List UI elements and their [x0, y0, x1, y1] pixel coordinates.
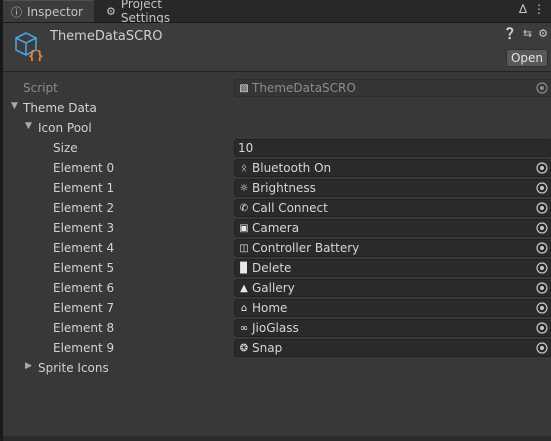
size-row: Size 10 [3, 138, 551, 158]
script-label: Script [23, 81, 58, 95]
element-label: Element 8 [53, 321, 115, 335]
element-label: Element 4 [53, 241, 115, 255]
help-icon[interactable]: ❔ [503, 27, 517, 40]
object-field[interactable]: ᛟ Bluetooth On [234, 159, 551, 177]
object-field[interactable]: ❂ Snap [234, 339, 551, 357]
object-picker-icon[interactable] [536, 302, 548, 314]
phone-icon: ✆ [239, 202, 249, 214]
element-label: Element 7 [53, 301, 115, 315]
object-field-value: Delete [252, 261, 292, 275]
info-icon: ⓘ [11, 5, 22, 19]
gallery-icon: ▲ [240, 282, 248, 294]
object-field-value: Snap [252, 341, 283, 355]
list-item: Element 9 ❂ Snap [3, 338, 551, 358]
list-item: Element 4 ◫ Controller Battery [3, 238, 551, 258]
object-field[interactable]: ▲ Gallery [234, 279, 551, 297]
object-picker-icon[interactable] [536, 322, 548, 334]
snap-icon: ❂ [239, 342, 249, 354]
object-picker-icon[interactable] [536, 342, 548, 354]
bluetooth-icon: ᛟ [241, 162, 247, 174]
tab-project-settings-label: Project Settings [120, 0, 171, 25]
object-picker-icon [536, 82, 548, 94]
brightness-icon: ☼ [239, 182, 249, 194]
tab-strip: ⓘ Inspector ⚙ Project Settings ∆ ⋮ [3, 0, 551, 25]
element-label: Element 1 [53, 181, 115, 195]
icon-pool-label: Icon Pool [38, 121, 92, 135]
list-item: Element 7 ⌂ Home [3, 298, 551, 318]
object-picker-icon[interactable] [536, 282, 548, 294]
object-field[interactable]: ✆ Call Connect [234, 199, 551, 217]
list-item: Element 2 ✆ Call Connect [3, 198, 551, 218]
theme-data-foldout[interactable]: ▼ Theme Data [3, 98, 551, 118]
object-field-value: JioGlass [252, 321, 299, 335]
object-picker-icon[interactable] [536, 222, 548, 234]
foldout-expanded-icon[interactable]: ▼ [11, 101, 18, 111]
object-picker-icon[interactable] [536, 162, 548, 174]
object-field-value: Home [252, 301, 288, 315]
size-value: 10 [238, 141, 254, 155]
object-field[interactable]: ∞ JioGlass [234, 319, 551, 337]
element-label: Element 6 [53, 281, 115, 295]
script-field-value: ThemeDataSCRO [252, 81, 356, 95]
list-item: Element 8 ∞ JioGlass [3, 318, 551, 338]
header-tools: ❔ ⇆ ⚙ [503, 27, 548, 40]
icon-pool-foldout[interactable]: ▼ Icon Pool [3, 118, 551, 138]
object-picker-icon[interactable] [536, 262, 548, 274]
list-item: Element 6 ▲ Gallery [3, 278, 551, 298]
element-label: Element 5 [53, 261, 115, 275]
object-field-value: Brightness [252, 181, 316, 195]
script-asset-icon: {} [15, 32, 44, 61]
object-field-value: Controller Battery [252, 241, 360, 255]
presets-icon[interactable]: ⇆ [523, 27, 532, 40]
bottom-edge [3, 436, 551, 441]
object-name: ThemeDataSCRO [50, 29, 163, 44]
script-row: Script ▧ ThemeDataSCRO [3, 78, 551, 98]
object-picker-icon[interactable] [536, 202, 548, 214]
theme-data-label: Theme Data [23, 101, 97, 115]
home-icon: ⌂ [240, 302, 248, 314]
tab-inspector-label: Inspector [27, 4, 83, 19]
element-label: Element 0 [53, 161, 115, 175]
object-field[interactable]: ◫ Controller Battery [234, 239, 551, 257]
kebab-menu-icon[interactable]: ⋮ [533, 2, 545, 16]
size-label: Size [53, 141, 78, 155]
list-item: Element 5 ▉ Delete [3, 258, 551, 278]
size-input[interactable]: 10 [234, 139, 551, 157]
element-label: Element 9 [53, 341, 115, 355]
object-field-value: Gallery [252, 281, 295, 295]
tab-project-settings[interactable]: ⚙ Project Settings [98, 0, 220, 25]
foldout-collapsed-icon[interactable]: ▶ [25, 361, 32, 371]
lock-icon[interactable]: ∆ [519, 2, 527, 16]
script-field: ▧ ThemeDataSCRO [234, 79, 551, 97]
object-field[interactable]: ▣ Camera [234, 219, 551, 237]
svg-text:{}: {} [28, 49, 44, 61]
object-picker-icon[interactable] [536, 182, 548, 194]
object-field-value: Call Connect [252, 201, 328, 215]
sprite-icons-foldout[interactable]: ▶ Sprite Icons [3, 358, 551, 378]
inspector-header: {} ThemeDataSCRO ❔ ⇆ ⚙ Open [3, 23, 551, 72]
list-item: Element 1 ☼ Brightness [3, 178, 551, 198]
object-picker-icon[interactable] [536, 242, 548, 254]
tab-inspector[interactable]: ⓘ Inspector [3, 0, 94, 22]
object-field-value: Bluetooth On [252, 161, 332, 175]
open-button[interactable]: Open [506, 49, 548, 67]
camera-icon: ▣ [239, 222, 249, 234]
element-label: Element 2 [53, 201, 115, 215]
tab-tools: ∆ ⋮ [519, 2, 545, 16]
glasses-icon: ∞ [239, 322, 249, 334]
foldout-expanded-icon[interactable]: ▼ [25, 121, 32, 131]
object-field-value: Camera [252, 221, 300, 235]
list-item: Element 0 ᛟ Bluetooth On [3, 158, 551, 178]
sprite-icons-label: Sprite Icons [38, 361, 109, 375]
settings-icon[interactable]: ⚙ [538, 27, 548, 40]
controller-battery-icon: ◫ [239, 242, 249, 254]
object-field[interactable]: ☼ Brightness [234, 179, 551, 197]
trash-icon: ▉ [240, 262, 248, 274]
element-label: Element 3 [53, 221, 115, 235]
script-file-icon: ▧ [239, 82, 249, 94]
object-field[interactable]: ⌂ Home [234, 299, 551, 317]
object-field[interactable]: ▉ Delete [234, 259, 551, 277]
list-item: Element 3 ▣ Camera [3, 218, 551, 238]
gear-icon: ⚙ [106, 4, 116, 18]
